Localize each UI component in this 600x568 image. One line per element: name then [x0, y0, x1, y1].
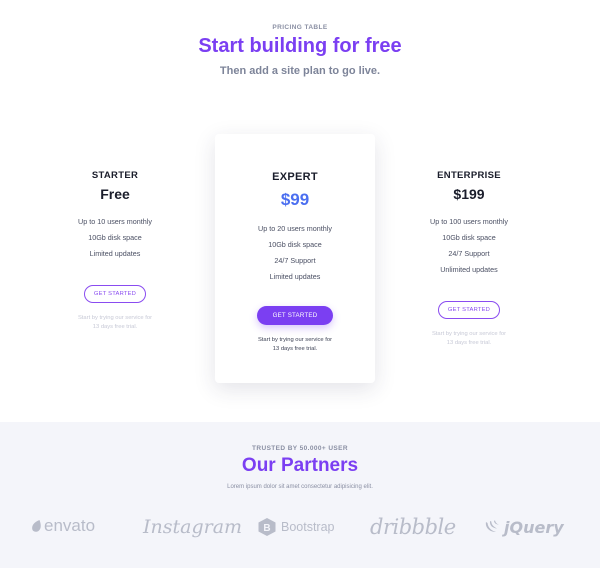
jquery-swoosh-icon — [485, 520, 499, 532]
logo-text: envato — [44, 516, 96, 535]
page-title: Start building for free — [198, 35, 402, 57]
trial-note: 13 days free trial. — [446, 339, 492, 346]
partners-subtitle: Lorem ipsum dolor sit amet consectetur a… — [227, 484, 373, 490]
feature-item: 10Gb disk space — [88, 233, 142, 242]
plan-name: ENTERPRISE — [437, 170, 501, 181]
logo-text: Bootstrap — [281, 520, 335, 534]
plan-price: $99 — [280, 190, 310, 209]
logo-dribbble[interactable]: dribbble — [370, 513, 456, 541]
feature-list: Up to 10 users monthly 10Gb disk space L… — [55, 214, 175, 262]
get-started-button[interactable]: GET STARTED — [437, 301, 501, 319]
logo-bootstrap[interactable]: B Bootstrap — [257, 516, 335, 538]
feature-item: 10Gb disk space — [442, 233, 496, 242]
logo-jquery[interactable]: jQuery — [484, 516, 564, 538]
plan-starter: STARTER Free Up to 10 users monthly 10Gb… — [55, 170, 175, 331]
partners-section: TRUSTED BY 50.000+ USER Our Partners Lor… — [0, 422, 600, 568]
trial-note: 13 days free trial. — [92, 323, 138, 330]
get-started-button[interactable]: GET STARTED — [256, 306, 334, 325]
feature-item: Unlimited updates — [440, 265, 498, 274]
svg-text:B: B — [263, 523, 270, 534]
logo-envato[interactable]: envato — [30, 514, 95, 538]
section-eyebrow: PRICING TABLE — [272, 24, 328, 31]
feature-item: Limited updates — [269, 272, 321, 281]
partners-eyebrow: TRUSTED BY 50.000+ USER — [252, 445, 348, 452]
logo-text: jQuery — [504, 517, 564, 537]
bootstrap-icon: B — [258, 518, 276, 536]
feature-item: 24/7 Support — [448, 249, 490, 258]
logo-text: Instagram — [143, 516, 243, 538]
trial-note: Start by trying our service for — [257, 337, 333, 343]
feature-item: Up to 20 users monthly — [258, 224, 332, 233]
trial-note: Start by trying our service for — [77, 315, 153, 321]
feature-list: Up to 20 users monthly 10Gb disk space 2… — [215, 221, 375, 285]
plan-name: EXPERT — [272, 171, 318, 183]
trial-note: Start by trying our service for — [431, 331, 507, 337]
plan-price: Free — [100, 186, 130, 202]
plan-price: $199 — [453, 186, 485, 202]
partners-title: Our Partners — [241, 455, 359, 476]
envato-leaf-icon — [32, 520, 41, 532]
feature-item: Up to 100 users monthly — [430, 217, 508, 226]
trial-note: 13 days free trial. — [272, 345, 318, 352]
logo-instagram[interactable]: Instagram — [143, 514, 242, 540]
feature-item: Limited updates — [89, 249, 141, 258]
feature-item: 24/7 Support — [274, 256, 316, 265]
feature-list: Up to 100 users monthly 10Gb disk space … — [409, 214, 529, 278]
page-subtitle: Then add a site plan to go live. — [219, 65, 381, 77]
get-started-button[interactable]: GET STARTED — [83, 285, 147, 303]
plan-name: STARTER — [91, 170, 139, 181]
plan-expert: EXPERT $99 Up to 20 users monthly 10Gb d… — [215, 171, 375, 353]
feature-item: 10Gb disk space — [268, 240, 322, 249]
logo-text: dribbble — [370, 515, 456, 539]
feature-item: Up to 10 users monthly — [78, 217, 152, 226]
plan-enterprise: ENTERPRISE $199 Up to 100 users monthly … — [409, 170, 529, 347]
